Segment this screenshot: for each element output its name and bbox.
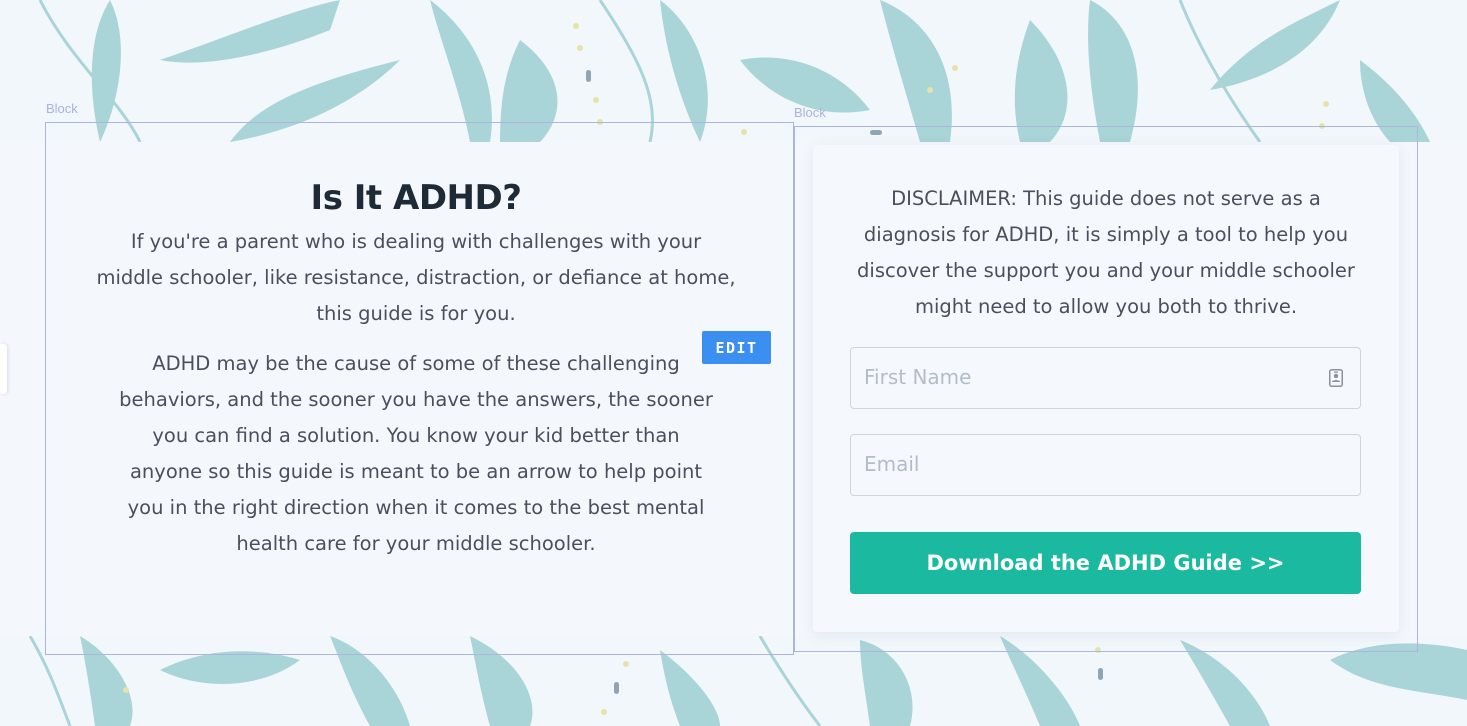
side-panel-handle[interactable] — [0, 344, 7, 394]
page-title: Is It ADHD? — [310, 178, 522, 218]
block-label-left: Block — [46, 101, 78, 116]
edit-button[interactable]: EDIT — [702, 331, 771, 364]
intro-paragraph-1: If you're a parent who is dealing with c… — [96, 230, 736, 325]
intro-paragraph-2: ADHD may be the cause of some of these c… — [119, 352, 713, 555]
download-guide-button[interactable]: Download the ADHD Guide >> — [850, 532, 1361, 594]
email-field[interactable] — [850, 434, 1361, 496]
first-name-field[interactable] — [850, 347, 1361, 409]
block-label-right: Block — [794, 105, 826, 120]
intro-section: Is It ADHD? If you're a parent who is de… — [96, 178, 736, 576]
email-input[interactable] — [851, 435, 1304, 493]
contact-card-icon[interactable] — [1329, 369, 1343, 387]
signup-card: DISCLAIMER: This guide does not serve as… — [813, 145, 1399, 632]
disclaimer-text: DISCLAIMER: This guide does not serve as… — [857, 187, 1355, 318]
first-name-input[interactable] — [851, 348, 1304, 406]
